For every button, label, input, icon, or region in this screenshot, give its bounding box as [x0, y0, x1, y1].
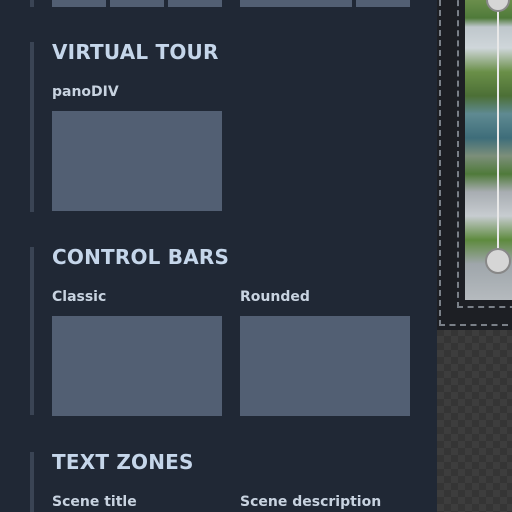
- section-text-zones: TEXT ZONES Scene title Scene description: [30, 450, 430, 512]
- zoom-slider-track[interactable]: [497, 8, 499, 266]
- item-label-scene-description: Scene description: [240, 494, 382, 510]
- preview-canvas: [437, 0, 512, 512]
- item-label-scene-title: Scene title: [52, 494, 137, 510]
- section-accent-bar: [30, 42, 34, 212]
- thumbnail-classic[interactable]: [52, 316, 222, 416]
- partial-thumbnail[interactable]: [240, 0, 352, 7]
- slider-bottom-knob[interactable]: [485, 248, 511, 274]
- section-accent-bar: [30, 247, 34, 415]
- item-label-panodiv: panoDIV: [52, 84, 119, 100]
- partial-thumbnail[interactable]: [52, 0, 106, 7]
- partial-thumbnail[interactable]: [110, 0, 164, 7]
- section-title: TEXT ZONES: [52, 450, 194, 474]
- thumbnail-rounded[interactable]: [240, 316, 410, 416]
- section-virtual-tour: VIRTUAL TOUR panoDIV: [30, 40, 430, 217]
- item-label-rounded: Rounded: [240, 289, 310, 305]
- section-accent-bar: [30, 0, 34, 7]
- components-panel: VIRTUAL TOUR panoDIV CONTROL BARS Classi…: [0, 0, 437, 512]
- partial-thumbnail[interactable]: [356, 0, 410, 7]
- partial-thumbnail[interactable]: [168, 0, 222, 7]
- section-accent-bar: [30, 452, 34, 512]
- item-label-classic: Classic: [52, 289, 107, 305]
- preview-frame: [437, 0, 512, 330]
- section-title: VIRTUAL TOUR: [52, 40, 219, 64]
- section-title: CONTROL BARS: [52, 245, 230, 269]
- thumbnail-panodiv[interactable]: [52, 111, 222, 211]
- section-control-bars: CONTROL BARS Classic Rounded: [30, 245, 430, 422]
